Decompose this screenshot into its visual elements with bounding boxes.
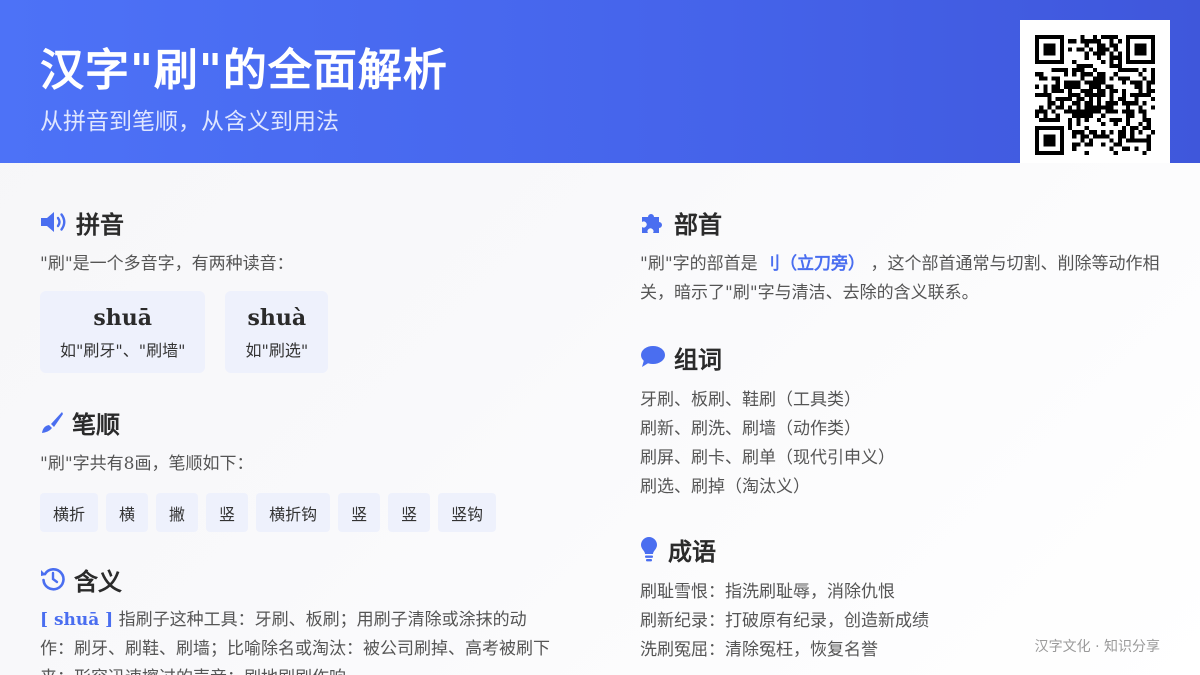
reading-example: 如"刷牙"、"刷墙"	[60, 341, 186, 360]
meaning-text: [ shuā ] 指刷子这种工具：牙刷、板刷；用刷子清除或涂抹的动作：刷牙、刷鞋…	[40, 606, 550, 675]
pinyin-section: 拼音 "刷"是一个多音字，有两种读音： shuā 如"刷牙"、"刷墙" shuà…	[40, 206, 560, 373]
word-line: 刷屏、刷卡、刷单（现代引申义）	[640, 448, 895, 468]
reading-card: shuà 如"刷选"	[225, 291, 329, 373]
reading-example: 如"刷选"	[245, 341, 309, 360]
qr-code-icon	[1035, 35, 1155, 155]
radical-text: "刷"字的部首是 刂（立刀旁） ，这个部首通常与切割、削除等动作相关，暗示了"刷…	[640, 250, 1162, 308]
stroke-item: 横	[106, 493, 149, 532]
stroke-item: 竖钩	[438, 493, 497, 532]
pinyin-heading: 拼音	[76, 209, 124, 239]
meaning-heading: 含义	[74, 566, 122, 596]
chat-bubble-icon	[640, 342, 668, 372]
page-subtitle: 从拼音到笔顺，从含义到用法	[40, 109, 339, 135]
meaning-tag: [ shuā ]	[40, 610, 114, 630]
words-heading: 组词	[674, 344, 722, 374]
reading-pinyin: shuà	[247, 305, 307, 331]
words-section: 组词 牙刷、板刷、鞋刷（工具类） 刷新、刷洗、刷墙（动作类） 刷屏、刷卡、刷单（…	[640, 341, 1162, 502]
meaning-body: 指刷子这种工具：牙刷、板刷；用刷子清除或涂抹的动作：刷牙、刷鞋、刷墙；比喻除名或…	[40, 610, 550, 675]
word-line: 刷选、刷掉（淘汰义）	[640, 477, 810, 497]
idiom-line: 刷新纪录：打破原有纪录，创造新成绩	[640, 611, 929, 631]
radical-heading: 部首	[674, 209, 722, 239]
word-line: 刷新、刷洗、刷墙（动作类）	[640, 419, 861, 439]
stroke-item: 竖	[338, 493, 381, 532]
pinyin-intro: "刷"是一个多音字，有两种读音：	[40, 254, 294, 274]
lightbulb-icon	[640, 534, 662, 564]
radical-highlight: 刂（立刀旁）	[763, 254, 866, 274]
qr-code	[1020, 20, 1170, 163]
strokes-section: 笔顺 "刷"字共有8画，笔顺如下： 横折 横 撇 竖 横折钩 竖 竖 竖钩	[40, 406, 560, 532]
reading-card: shuā 如"刷牙"、"刷墙"	[40, 291, 206, 373]
stroke-item: 竖	[206, 493, 249, 532]
idiom-line: 刷耻雪恨：指洗刷耻辱，消除仇恨	[640, 582, 895, 602]
footer-credit: 汉字文化 · 知识分享	[1034, 639, 1160, 655]
stroke-item: 横折	[40, 493, 99, 532]
brush-icon	[40, 407, 66, 437]
stroke-item: 竖	[388, 493, 431, 532]
header-banner: 汉字"刷"的全面解析 从拼音到笔顺，从含义到用法	[0, 0, 1200, 163]
stroke-item: 撇	[156, 493, 199, 532]
word-line: 牙刷、板刷、鞋刷（工具类）	[640, 390, 861, 410]
strokes-intro: "刷"字共有8画，笔顺如下：	[40, 454, 254, 474]
meaning-section: 含义 [ shuā ] 指刷子这种工具：牙刷、板刷；用刷子清除或涂抹的动作：刷牙…	[40, 563, 550, 675]
puzzle-icon	[640, 207, 668, 237]
speaker-icon	[40, 207, 70, 237]
history-icon	[40, 564, 68, 594]
page-title: 汉字"刷"的全面解析	[40, 45, 448, 96]
radical-section: 部首 "刷"字的部首是 刂（立刀旁） ，这个部首通常与切割、削除等动作相关，暗示…	[640, 206, 1162, 308]
reading-pinyin: shuā	[93, 305, 153, 331]
radical-pre: "刷"字的部首是	[640, 254, 758, 274]
idioms-heading: 成语	[668, 536, 716, 566]
strokes-heading: 笔顺	[72, 409, 120, 439]
stroke-item: 横折钩	[256, 493, 331, 532]
